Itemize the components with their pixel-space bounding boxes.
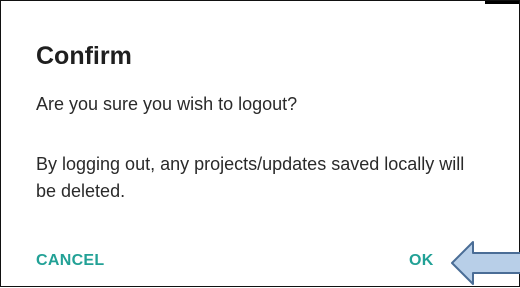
ok-button[interactable]: OK [409,252,434,270]
left-arrow-icon [451,241,520,285]
dialog-detail: By logging out, any projects/updates sav… [36,154,465,201]
screenshot-frame: Confirm Are you sure you wish to logout?… [0,0,520,287]
dialog-title: Confirm [36,42,132,70]
cancel-button[interactable]: CANCEL [36,252,104,270]
dialog-actions: CANCEL OK [1,240,519,286]
logout-confirm-dialog: Confirm Are you sure you wish to logout?… [1,1,519,286]
dialog-message: Are you sure you wish to logout? [36,94,298,114]
